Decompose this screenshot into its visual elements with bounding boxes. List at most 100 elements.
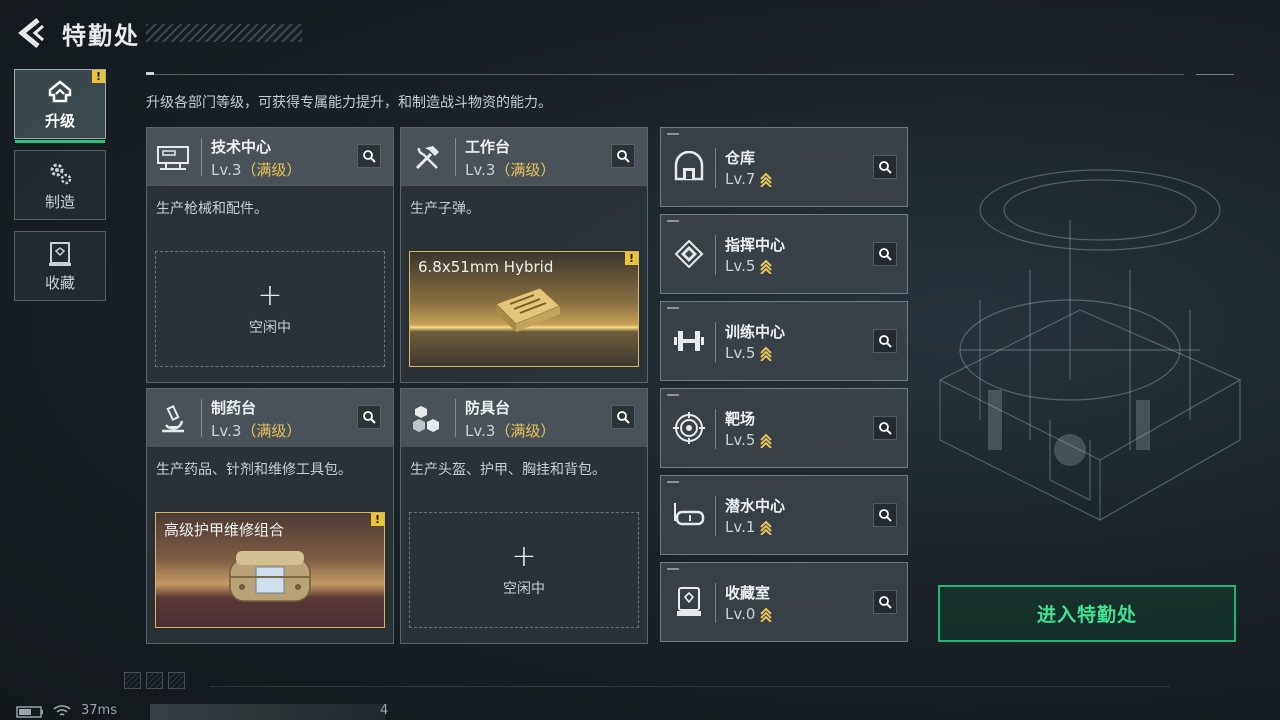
inspect-button[interactable] xyxy=(873,590,897,614)
inspect-button[interactable] xyxy=(873,329,897,353)
card-workbench[interactable]: 工作台 Lv.3（满级） 生产子弹。 6.8x51mm Hybrid ! xyxy=(400,127,648,383)
inspect-button[interactable] xyxy=(873,503,897,527)
facility-name: 工作台 xyxy=(465,138,511,156)
level-value: Lv.1 xyxy=(725,518,756,536)
search-icon xyxy=(879,161,892,174)
alert-badge: ! xyxy=(92,70,105,83)
facility-name: 指挥中心 xyxy=(725,236,786,254)
collection-icon xyxy=(46,240,74,268)
facility-description: 生产头盔、护甲、胸挂和背包。 xyxy=(410,462,606,478)
chat-bar[interactable] xyxy=(150,704,386,720)
page-title: 特勤处 xyxy=(62,22,140,50)
inspect-button[interactable] xyxy=(873,242,897,266)
ammo-box-icon xyxy=(495,287,561,332)
idle-label: 空闲中 xyxy=(249,320,291,336)
nav-upgrade[interactable]: ! 升级 xyxy=(14,69,106,143)
upgrade-arrow-icon xyxy=(760,433,773,448)
max-level-tag: （满级） xyxy=(495,422,556,440)
divider-right xyxy=(1196,74,1234,75)
facility-level: Lv.5 xyxy=(725,431,773,449)
bottom-divider xyxy=(210,686,1170,687)
product-name: 高级护甲维修组合 xyxy=(164,521,285,539)
nav-craft[interactable]: 制造 xyxy=(14,150,106,220)
facility-name: 靶场 xyxy=(725,410,756,428)
decor-squares xyxy=(124,672,190,693)
facility-name: 训练中心 xyxy=(725,323,786,341)
level-value: Lv.5 xyxy=(725,344,756,362)
separator xyxy=(715,148,716,188)
header-separator xyxy=(455,138,456,176)
facility-collection-room[interactable]: 收藏室 Lv.0 xyxy=(660,562,908,642)
corner-tick xyxy=(667,481,679,483)
alert-badge: ! xyxy=(371,513,384,526)
gears-icon xyxy=(46,159,74,187)
max-level-tag: （满级） xyxy=(241,161,302,179)
separator xyxy=(715,322,716,362)
production-slot-active[interactable]: 高级护甲维修组合 ! xyxy=(155,512,385,628)
facility-level: Lv.3（满级） xyxy=(465,420,555,441)
search-icon xyxy=(879,596,892,609)
facility-diving-center[interactable]: 潜水中心 Lv.1 xyxy=(660,475,908,555)
diving-mask-icon xyxy=(671,497,707,533)
facility-description: 生产枪械和配件。 xyxy=(156,201,268,217)
base-blueprint-illustration xyxy=(938,169,1242,521)
plus-icon: + xyxy=(257,278,283,313)
title-decoration xyxy=(146,24,302,42)
nav-collection[interactable]: 收藏 xyxy=(14,231,106,301)
plus-icon: + xyxy=(511,539,537,574)
inspect-button[interactable] xyxy=(873,416,897,440)
card-armor-bench[interactable]: 防具台 Lv.3（满级） 生产头盔、护甲、胸挂和背包。 + 空闲中 xyxy=(400,388,648,644)
separator xyxy=(715,409,716,449)
facility-shooting-range[interactable]: 靶场 Lv.5 xyxy=(660,388,908,468)
corner-tick xyxy=(667,133,679,135)
card-pharmacy[interactable]: 制药台 Lv.3（满级） 生产药品、针剂和维修工具包。 高级护甲维修组合 ! xyxy=(146,388,394,644)
ping-readout: 37ms xyxy=(81,703,117,718)
back-arrow-icon xyxy=(18,18,44,48)
inspect-button[interactable] xyxy=(611,144,635,168)
facility-level: Lv.3（满级） xyxy=(211,159,301,180)
inspect-button[interactable] xyxy=(357,144,381,168)
level-value: Lv.0 xyxy=(725,605,756,623)
nav-craft-label: 制造 xyxy=(44,192,75,211)
inspect-button[interactable] xyxy=(873,155,897,179)
target-icon xyxy=(671,410,707,446)
decor-square xyxy=(124,672,141,689)
facility-description: 生产药品、针剂和维修工具包。 xyxy=(156,462,352,478)
collection-room-icon xyxy=(671,584,707,620)
facility-name: 收藏室 xyxy=(725,584,771,602)
production-slot-active[interactable]: 6.8x51mm Hybrid ! xyxy=(409,251,639,367)
microscope-icon xyxy=(155,401,191,437)
upgrade-arrow-icon xyxy=(760,520,773,535)
inspect-button[interactable] xyxy=(357,405,381,429)
production-slot-idle[interactable]: + 空闲中 xyxy=(409,512,639,628)
header-separator xyxy=(201,399,202,437)
back-button[interactable] xyxy=(14,16,48,50)
armor-boxes-icon xyxy=(409,401,445,437)
upgrade-arrow-icon xyxy=(760,346,773,361)
enter-base-button[interactable]: 进入特勤处 xyxy=(938,585,1236,642)
divider-tick xyxy=(146,72,154,75)
decor-square xyxy=(168,672,185,689)
monitor-icon xyxy=(155,140,191,176)
separator xyxy=(715,235,716,275)
facility-name: 技术中心 xyxy=(211,138,272,156)
facility-level: Lv.0 xyxy=(725,605,773,623)
search-icon xyxy=(879,335,892,348)
inspect-button[interactable] xyxy=(611,405,635,429)
facility-name: 潜水中心 xyxy=(725,497,786,515)
card-header: 工作台 Lv.3（满级） xyxy=(401,128,647,186)
header-divider xyxy=(146,74,1184,75)
card-tech-center[interactable]: 技术中心 Lv.3（满级） 生产枪械和配件。 + 空闲中 xyxy=(146,127,394,383)
facility-training-center[interactable]: 训练中心 Lv.5 xyxy=(660,301,908,381)
production-slot-idle[interactable]: + 空闲中 xyxy=(155,251,385,367)
upgrade-arrow-icon xyxy=(760,259,773,274)
alert-badge: ! xyxy=(625,252,638,265)
facility-command-center[interactable]: 指挥中心 Lv.5 xyxy=(660,214,908,294)
battery-icon xyxy=(16,706,43,718)
facility-warehouse[interactable]: 仓库 Lv.7 xyxy=(660,127,908,207)
enter-base-label: 进入特勤处 xyxy=(1036,604,1137,626)
separator xyxy=(715,583,716,623)
dumbbell-icon xyxy=(671,323,707,359)
corner-tick xyxy=(667,220,679,222)
corner-tick xyxy=(667,307,679,309)
